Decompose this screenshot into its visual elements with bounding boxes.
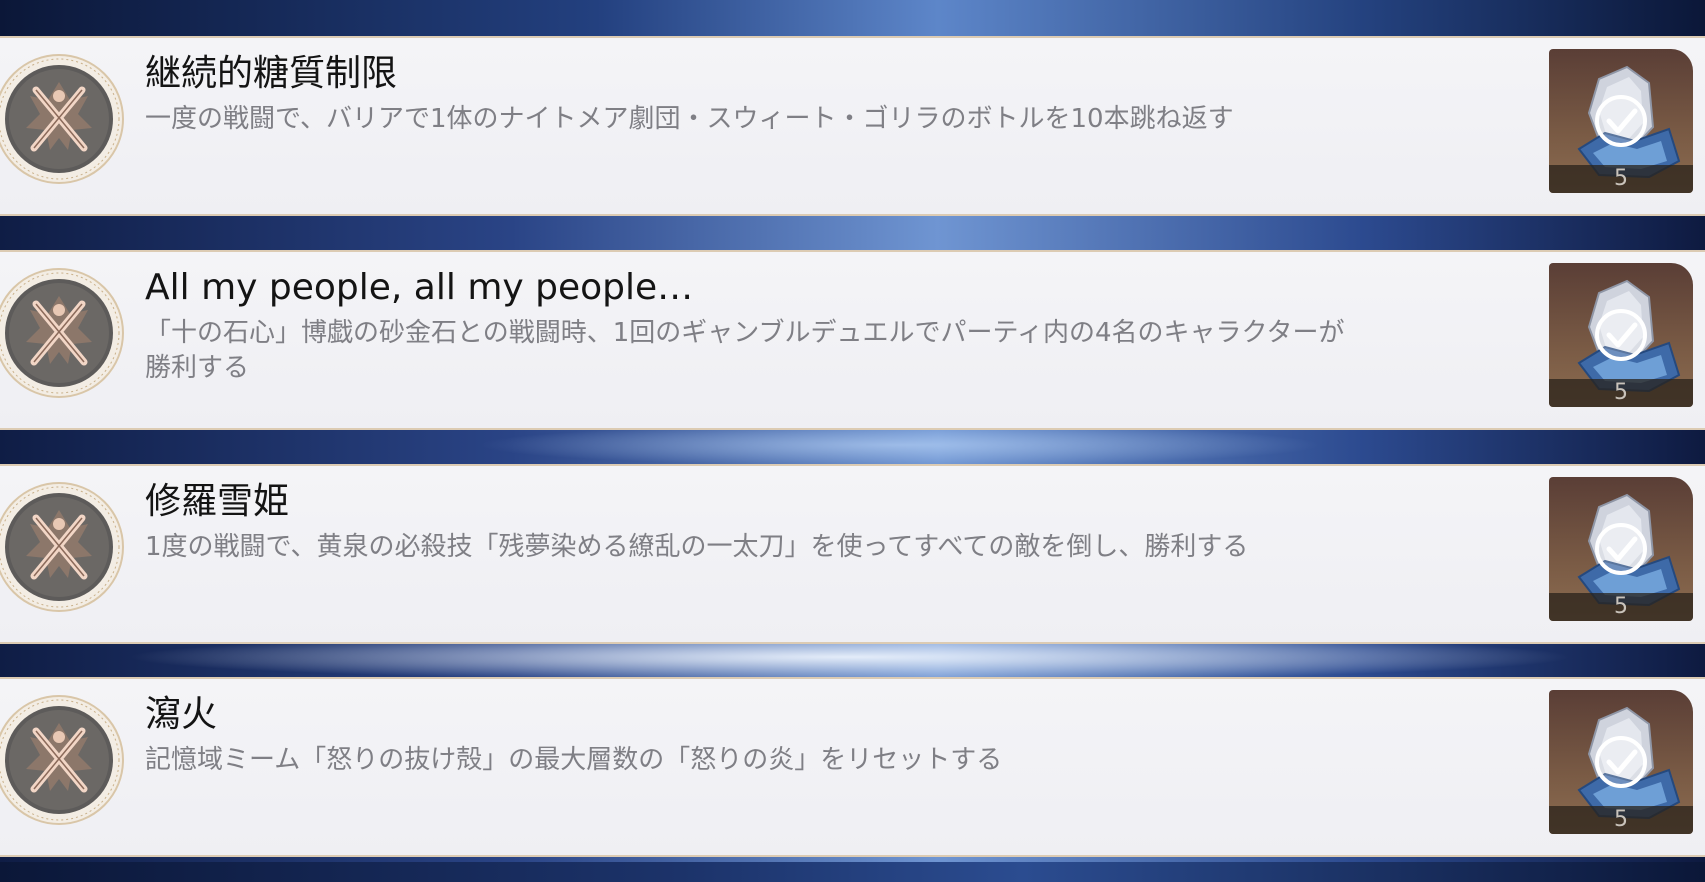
achievement-emblem-icon — [0, 695, 124, 825]
achievement-description: 記憶域ミーム「怒りの抜け殻」の最大層数の「怒りの炎」をリセットする — [145, 745, 1003, 775]
achievement-card[interactable]: 継続的糖質制限 一度の戦闘で、バリアで1体のナイトメア劇団・スウィート・ゴリラの… — [0, 36, 1705, 216]
reward-item[interactable]: 5 — [1549, 477, 1693, 621]
reward-quantity: 5 — [1614, 380, 1628, 405]
achievement-description: 一度の戦闘で、バリアで1体のナイトメア劇団・スウィート・ゴリラのボトルを10本跳… — [145, 104, 1234, 134]
footer-band — [0, 862, 1705, 882]
reward-quantity: 5 — [1614, 807, 1628, 832]
achievement-emblem-icon — [0, 268, 124, 398]
achievement-emblem-icon — [0, 54, 124, 184]
achievement-card[interactable]: 修羅雪姫 1度の戦闘で、黄泉の必殺技「残夢染める繚乱の一太刀」を使ってすべての敵… — [0, 464, 1705, 644]
achievement-title: All my people, all my people… — [145, 267, 694, 308]
achievement-card[interactable]: 瀉火 記憶域ミーム「怒りの抜け殻」の最大層数の「怒りの炎」をリセットする 5 — [0, 677, 1705, 857]
achievement-title: 継続的糖質制限 — [145, 53, 398, 94]
achievement-description: 1度の戦闘で、黄泉の必殺技「残夢染める繚乱の一太刀」を使ってすべての敵を倒し、勝… — [145, 532, 1249, 562]
achievement-title: 瀉火 — [145, 694, 218, 735]
achievement-description: 「十の石心」博戯の砂金石との戦闘時、1回のギャンブルデュエルでパーティ内の4名の… — [145, 318, 1345, 383]
reward-quantity: 5 — [1614, 594, 1628, 619]
achievement-card[interactable]: All my people, all my people… 「十の石心」博戯の砂… — [0, 250, 1705, 430]
achievement-emblem-icon — [0, 482, 124, 612]
reward-quantity: 5 — [1614, 166, 1628, 191]
achievement-title: 修羅雪姫 — [145, 481, 290, 522]
reward-item[interactable]: 5 — [1549, 49, 1693, 193]
reward-item[interactable]: 5 — [1549, 690, 1693, 834]
reward-item[interactable]: 5 — [1549, 263, 1693, 407]
header-band — [0, 0, 1705, 36]
